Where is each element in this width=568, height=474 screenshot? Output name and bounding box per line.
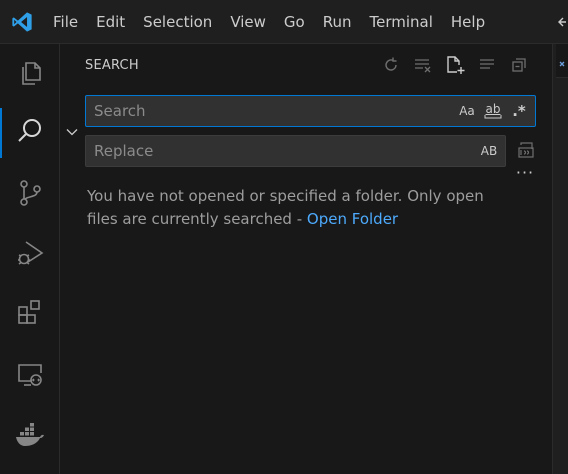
menu-terminal[interactable]: Terminal — [361, 0, 442, 44]
remote-explorer-icon[interactable] — [0, 345, 60, 403]
search-box: Aa ab .* — [85, 95, 536, 127]
match-whole-word-toggle[interactable]: ab — [481, 100, 505, 122]
refresh-icon[interactable] — [380, 54, 402, 76]
toggle-replace-chevron-down-icon[interactable] — [64, 124, 80, 140]
menu-selection[interactable]: Selection — [134, 0, 221, 44]
no-folder-text: You have not opened or specified a folde… — [87, 187, 484, 228]
search-icon[interactable] — [0, 102, 60, 160]
preserve-case-toggle[interactable]: AB — [477, 140, 501, 162]
activity-bar — [0, 44, 60, 474]
view-title: SEARCH — [85, 58, 139, 73]
replace-options: AB — [477, 140, 501, 162]
new-search-editor-icon[interactable] — [444, 54, 466, 76]
collapse-all-icon[interactable] — [508, 54, 530, 76]
use-regex-toggle[interactable]: .* — [507, 100, 531, 122]
view-as-tree-icon[interactable] — [476, 54, 498, 76]
whole-word-underline-icon — [484, 115, 502, 119]
source-control-icon[interactable] — [0, 164, 60, 222]
match-case-label: Aa — [459, 104, 475, 118]
open-folder-link[interactable]: Open Folder — [307, 210, 398, 228]
menu-view[interactable]: View — [221, 0, 275, 44]
menu-edit[interactable]: Edit — [87, 0, 134, 44]
title-bar: File Edit Selection View Go Run Terminal… — [0, 0, 568, 44]
no-folder-message: You have not opened or specified a folde… — [87, 185, 517, 231]
more-options-icon[interactable]: ··· — [513, 165, 537, 184]
run-debug-icon[interactable] — [0, 224, 60, 282]
search-options: Aa ab .* — [455, 100, 531, 122]
match-case-toggle[interactable]: Aa — [455, 100, 479, 122]
editor-tab-strip — [556, 44, 568, 78]
menu-bar: File Edit Selection View Go Run Terminal… — [44, 0, 494, 44]
preserve-case-label: AB — [480, 144, 498, 158]
extensions-icon[interactable] — [0, 284, 60, 342]
replace-box: AB — [85, 135, 506, 167]
search-input[interactable] — [94, 96, 434, 126]
replace-input[interactable] — [94, 136, 434, 166]
menu-run[interactable]: Run — [314, 0, 361, 44]
search-sidebar: SEARCH Search Aa ab .* Replace AB ··· Yo… — [61, 44, 552, 474]
menu-file[interactable]: File — [44, 0, 87, 44]
explorer-icon[interactable] — [0, 44, 60, 102]
view-actions — [380, 54, 530, 76]
back-arrow-icon[interactable] — [558, 14, 568, 30]
editor-area — [553, 44, 568, 474]
use-regex-label: .* — [512, 102, 526, 120]
menu-help[interactable]: Help — [442, 0, 494, 44]
clear-results-icon[interactable] — [412, 54, 434, 76]
vscode-logo-icon — [0, 0, 44, 44]
replace-all-icon[interactable] — [515, 139, 537, 161]
docker-icon[interactable] — [0, 406, 60, 464]
tab-icon — [559, 61, 565, 67]
match-whole-word-label: ab — [485, 102, 501, 116]
menu-go[interactable]: Go — [275, 0, 314, 44]
